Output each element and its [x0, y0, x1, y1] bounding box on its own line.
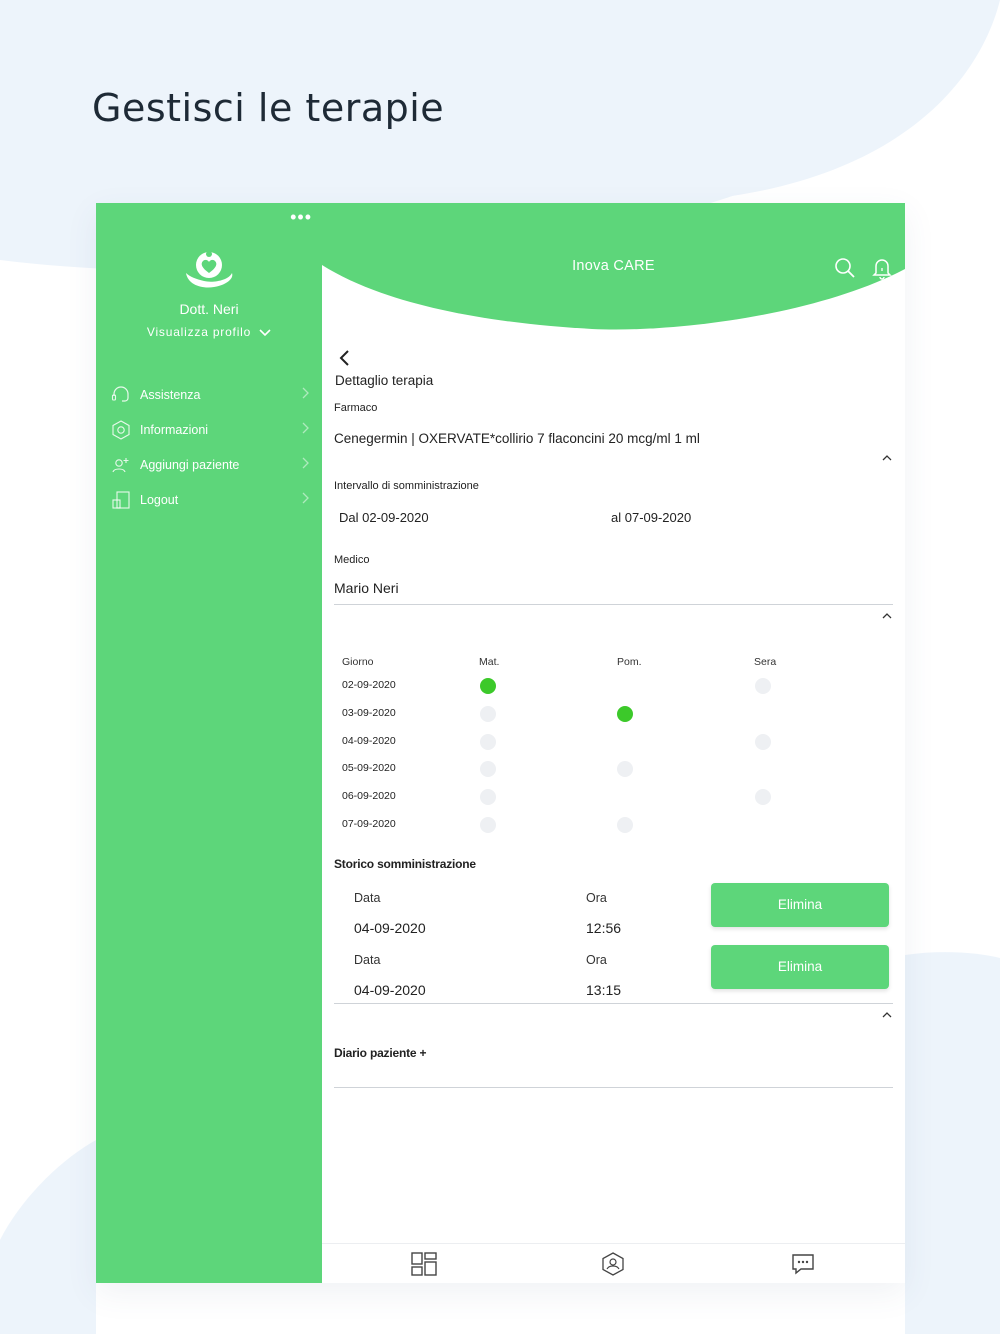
drug-value: Cenegermin | OXERVATE*collirio 7 flaconc…: [334, 431, 700, 446]
sidebar-item-label: Assistenza: [140, 387, 201, 402]
dose-pending-dot[interactable]: [480, 761, 496, 778]
chevron-up-icon[interactable]: [882, 454, 892, 461]
divider: [334, 1003, 893, 1004]
chevron-up-icon[interactable]: [882, 612, 892, 619]
sidebar: ••• Dott. Neri Visualizza profilo Assist…: [96, 203, 322, 1283]
more-options-icon[interactable]: •••: [290, 208, 312, 226]
delete-button[interactable]: Elimina: [711, 945, 889, 989]
sidebar-item-label: Logout: [140, 492, 179, 507]
view-profile-label: Visualizza profilo: [146, 325, 252, 339]
schedule-date: 02-09-2020: [342, 679, 396, 691]
doctor-value: Mario Neri: [334, 580, 399, 596]
history-time-label: Ora: [586, 953, 607, 967]
schedule-date: 03-09-2020: [342, 706, 396, 719]
headset-icon: [110, 384, 132, 406]
main-panel: Inova CARE Dettaglio terapia Farmaco Cen…: [322, 203, 905, 1283]
history-time-value: 13:15: [586, 982, 622, 998]
back-arrow-icon[interactable]: [338, 349, 350, 367]
column-header-sera: Sera: [754, 656, 777, 668]
dose-pending-dot[interactable]: [480, 733, 496, 750]
history-date-label: Data: [354, 953, 381, 967]
chevron-right-icon: [302, 387, 309, 399]
patient-diary-title[interactable]: Diario paziente +: [334, 1046, 426, 1060]
dose-pending-dot[interactable]: [480, 705, 496, 722]
chevron-right-icon: [302, 492, 309, 504]
dashboard-icon[interactable]: [411, 1252, 437, 1276]
logout-icon: [110, 489, 132, 511]
dose-pending-dot[interactable]: [617, 761, 633, 778]
history-time-value: 12:56: [586, 920, 622, 936]
chevron-right-icon: [302, 422, 309, 434]
chevron-down-icon: [259, 329, 271, 337]
tablet-frame: ••• Dott. Neri Visualizza profilo Assist…: [96, 203, 905, 1283]
interval-from: Dal 02-09-2020: [339, 510, 429, 525]
interval-to: al 07-09-2020: [611, 510, 692, 525]
chevron-up-icon[interactable]: [882, 1011, 892, 1018]
doctor-name: Dott. Neri: [179, 301, 239, 317]
add-user-icon: [110, 454, 132, 476]
doctor-label: Medico: [334, 554, 370, 566]
history-date-value: 04-09-2020: [354, 920, 426, 936]
column-header-mat: Mat.: [479, 656, 500, 668]
schedule-date: 07-09-2020: [342, 818, 396, 830]
sidebar-item-informazioni[interactable]: Informazioni: [110, 412, 310, 447]
app-title: Inova CARE: [572, 258, 655, 274]
dose-pending-dot[interactable]: [755, 733, 771, 750]
app-logo-icon: [186, 251, 233, 288]
sidebar-item-label: Aggiungi paziente: [140, 457, 240, 472]
history-date-value: 04-09-2020: [354, 982, 426, 998]
history-title: Storico somministrazione: [334, 857, 476, 871]
schedule-date: 06-09-2020: [342, 790, 396, 803]
column-header-pom: Pom.: [617, 656, 642, 668]
chevron-right-icon: [302, 457, 309, 469]
schedule-date: 05-09-2020: [342, 762, 396, 775]
schedule-date: 04-09-2020: [342, 734, 396, 747]
view-profile-link[interactable]: Visualizza profilo: [96, 325, 322, 339]
patient-profile-icon[interactable]: [601, 1252, 625, 1276]
sidebar-item-label: Informazioni: [140, 422, 209, 437]
dose-pending-dot[interactable]: [755, 789, 771, 806]
delete-button[interactable]: Elimina: [711, 883, 889, 927]
bell-icon[interactable]: [872, 256, 892, 280]
bottom-nav: [322, 1243, 905, 1283]
dose-pending-dot[interactable]: [480, 789, 496, 806]
sidebar-menu: Assistenza Informazioni Aggiungi pazient…: [110, 377, 310, 517]
page-title: Dettaglio terapia: [335, 373, 434, 388]
page-headline: Gestisci le terapie: [92, 86, 445, 130]
dose-pending-dot[interactable]: [755, 678, 771, 694]
sidebar-item-logout[interactable]: Logout: [110, 482, 310, 517]
sidebar-item-aggiungi-paziente[interactable]: Aggiungi paziente: [110, 447, 310, 482]
interval-label: Intervallo di somministrazione: [334, 480, 479, 492]
chat-icon[interactable]: [791, 1252, 815, 1276]
history-time-label: Ora: [586, 891, 607, 905]
dose-pending-dot[interactable]: [480, 817, 496, 833]
sidebar-item-assistenza[interactable]: Assistenza: [110, 377, 310, 412]
drug-label: Farmaco: [334, 402, 378, 414]
dose-taken-dot[interactable]: [480, 678, 496, 694]
history-date-label: Data: [354, 891, 381, 905]
dose-pending-dot[interactable]: [617, 817, 633, 833]
dose-taken-dot[interactable]: [617, 705, 633, 722]
search-icon[interactable]: [834, 257, 856, 279]
divider: [334, 1087, 893, 1088]
column-header-giorno: Giorno: [342, 656, 374, 668]
info-hexagon-icon: [110, 419, 132, 441]
divider: [334, 604, 893, 605]
